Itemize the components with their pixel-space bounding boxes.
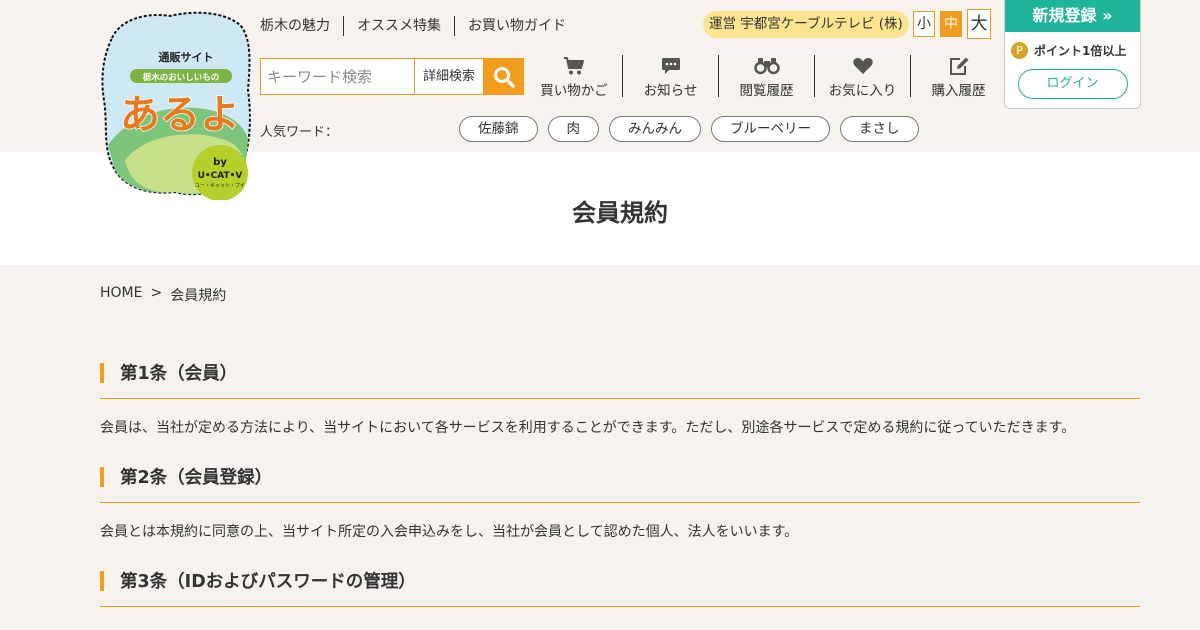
chat-icon	[661, 58, 680, 74]
article-title: 第1条（会員）	[120, 364, 238, 384]
breadcrumb-home-link[interactable]: HOME	[100, 285, 142, 305]
menu-item-label: 閲覧履歴	[739, 83, 794, 99]
cart-icon	[564, 57, 584, 75]
heading-accent-bar	[100, 363, 104, 383]
menu-item-history[interactable]: 閲覧履歴	[718, 55, 814, 99]
points-info: P ポイント1倍以上	[1011, 42, 1140, 59]
heading-accent-bar	[100, 467, 104, 487]
site-logo[interactable]: 通販サイト 栃木のおいしいもの あるよ by U•CAT•V ユー・キャット・ブ…	[100, 10, 255, 200]
font-size-switcher: 小 中 大	[913, 9, 991, 39]
popular-words-label: 人気ワード：	[260, 125, 339, 140]
svg-text:通販サイト: 通販サイト	[159, 50, 214, 64]
font-size-large-button[interactable]: 大	[967, 9, 991, 39]
svg-text:by: by	[213, 157, 227, 168]
search-icon	[494, 66, 515, 88]
breadcrumb: HOME > 会員規約	[100, 285, 226, 305]
popular-tag[interactable]: ブルーベリー	[711, 116, 830, 142]
points-text: ポイント1倍以上	[1034, 44, 1127, 58]
popular-tag[interactable]: みんみん	[609, 116, 701, 142]
popular-tag[interactable]: 佐藤錦	[459, 116, 538, 142]
nav-link-features[interactable]: オススメ特集	[343, 16, 454, 36]
font-size-small-button[interactable]: 小	[913, 11, 935, 37]
font-size-medium-button[interactable]: 中	[940, 11, 962, 37]
breadcrumb-separator: >	[150, 285, 163, 301]
edit-icon	[949, 57, 968, 75]
binoculars-icon	[753, 58, 780, 75]
popular-tag[interactable]: 肉	[547, 116, 599, 142]
menu-item-favorites[interactable]: お気に入り	[814, 55, 910, 99]
article-heading: 第2条（会員登録）	[100, 467, 1140, 503]
menu-item-purchase-history[interactable]: 購入履歴	[910, 55, 1006, 99]
icon-menu: 買い物かご お知らせ 閲覧履歴 お気に入り 購入履歴	[526, 55, 1006, 99]
svg-text:あるよ: あるよ	[120, 92, 240, 138]
search-input[interactable]	[260, 58, 414, 95]
top-nav: 栃木の魅力 オススメ特集 お買い物ガイド	[260, 16, 579, 36]
article-title: 第3条（IDおよびパスワードの管理）	[120, 572, 416, 592]
svg-text:ユー・キャット・ブイ: ユー・キャット・ブイ	[195, 182, 245, 189]
advanced-search-button[interactable]: 詳細検索	[414, 58, 484, 95]
menu-item-news[interactable]: お知らせ	[622, 55, 718, 99]
svg-text:U•CAT•V: U•CAT•V	[198, 171, 243, 181]
register-button[interactable]: 新規登録 »	[1005, 0, 1140, 32]
search-button[interactable]	[484, 58, 524, 95]
nav-link-guide[interactable]: お買い物ガイド	[454, 16, 579, 36]
menu-item-cart[interactable]: 買い物かご	[526, 55, 622, 99]
menu-item-label: 買い物かご	[540, 83, 608, 99]
svg-text:栃木のおいしいもの: 栃木のおいしいもの	[143, 72, 220, 83]
popular-tag[interactable]: まさし	[840, 116, 919, 142]
account-box: 新規登録 » P ポイント1倍以上 ログイン	[1004, 0, 1141, 109]
article-heading: 第3条（IDおよびパスワードの管理）	[100, 571, 1140, 607]
nav-link-tochigi[interactable]: 栃木の魅力	[260, 16, 343, 36]
heart-icon	[852, 58, 873, 74]
popular-tags: 佐藤錦 肉 みんみん ブルーベリー まさし	[459, 116, 919, 142]
article-title: 第2条（会員登録）	[120, 468, 273, 488]
operator-badge: 運営 宇都宮ケーブルテレビ (株)	[703, 11, 909, 38]
breadcrumb-current: 会員規約	[170, 288, 227, 304]
article-heading: 第1条（会員）	[100, 363, 1140, 399]
aruyo-logo-icon: 通販サイト 栃木のおいしいもの あるよ by U•CAT•V ユー・キャット・ブ…	[101, 11, 251, 200]
article-body: 会員は、当社が定める方法により、当サイトにおいて各サービスを利用することができま…	[100, 420, 1076, 436]
point-coin-icon: P	[1011, 42, 1028, 59]
menu-item-label: お気に入り	[828, 83, 897, 99]
heading-accent-bar	[100, 571, 104, 591]
menu-item-label: 購入履歴	[931, 83, 986, 99]
article-body: 会員とは本規約に同意の上、当サイト所定の入会申込みをし、当社が会員として認めた個…	[100, 524, 799, 540]
search-bar: 詳細検索	[260, 58, 524, 95]
menu-item-label: お知らせ	[643, 83, 698, 99]
login-button[interactable]: ログイン	[1017, 69, 1128, 99]
